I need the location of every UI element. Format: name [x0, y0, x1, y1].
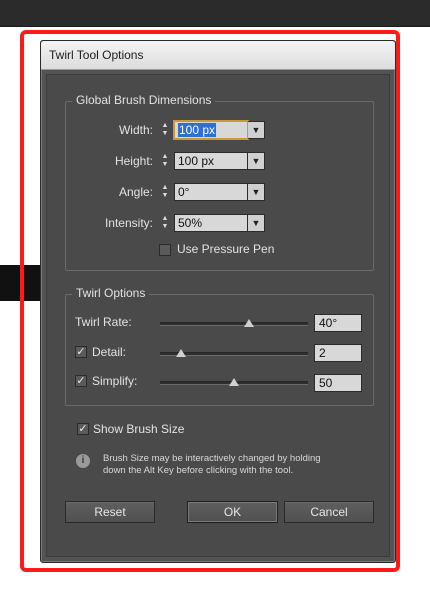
simplify-checkbox[interactable]: ✓: [75, 375, 87, 387]
spin-down-icon[interactable]: ▼: [159, 161, 171, 169]
cancel-button[interactable]: Cancel: [284, 501, 374, 523]
spin-up-icon[interactable]: ▲: [159, 153, 171, 161]
height-spinner[interactable]: ▲ ▼: [159, 153, 171, 169]
reset-button[interactable]: Reset: [65, 501, 155, 523]
angle-field[interactable]: 0°: [174, 183, 248, 201]
spin-up-icon[interactable]: ▲: [159, 184, 171, 192]
intensity-dropdown-chevron-icon[interactable]: ▼: [248, 214, 265, 232]
spin-up-icon[interactable]: ▲: [159, 122, 171, 130]
twirl-options-legend: Twirl Options: [72, 286, 150, 300]
width-label: Width:: [118, 123, 153, 137]
angle-label: Angle:: [118, 185, 153, 199]
twirl-rate-value[interactable]: 40°: [314, 314, 362, 332]
width-spinner[interactable]: ▲ ▼: [159, 122, 171, 138]
ok-button[interactable]: OK: [187, 501, 278, 523]
simplify-label: Simplify:: [92, 374, 138, 388]
angle-spinner[interactable]: ▲ ▼: [159, 184, 171, 200]
spin-down-icon[interactable]: ▼: [159, 130, 171, 138]
simplify-slider-thumb[interactable]: [229, 378, 239, 386]
detail-checkbox[interactable]: ✓: [75, 346, 87, 358]
dialog-title: Twirl Tool Options: [49, 48, 144, 62]
intensity-label: Intensity:: [104, 216, 153, 230]
detail-value[interactable]: 2: [314, 344, 362, 362]
use-pressure-pen-label: Use Pressure Pen: [177, 242, 275, 256]
width-dropdown-chevron-icon[interactable]: ▼: [248, 121, 265, 139]
info-text: Brush Size may be interactively changed …: [103, 453, 321, 476]
width-combo: ▲ ▼ 100 px ▼: [159, 121, 265, 139]
height-field[interactable]: 100 px: [174, 152, 248, 170]
detail-label: Detail:: [92, 345, 127, 359]
global-brush-dimensions-group: Global Brush Dimensions Width: ▲ ▼ 100 px…: [65, 93, 374, 271]
twirl-rate-slider-thumb[interactable]: [243, 319, 254, 327]
twirl-tool-options-dialog: Twirl Tool Options Global Brush Dimensio…: [40, 40, 396, 563]
twirl-rate-label: Twirl Rate:: [75, 315, 132, 329]
show-brush-size-label: Show Brush Size: [93, 422, 185, 436]
twirl-rate-slider[interactable]: [160, 322, 308, 326]
detail-slider-thumb[interactable]: [175, 349, 186, 357]
height-dropdown-chevron-icon[interactable]: ▼: [248, 152, 265, 170]
twirl-options-group: Twirl Options Twirl Rate: 40° ✓ Detail: …: [65, 286, 374, 406]
intensity-field[interactable]: 50%: [174, 214, 248, 232]
simplify-value[interactable]: 50: [314, 374, 362, 392]
dialog-body: Global Brush Dimensions Width: ▲ ▼ 100 px…: [46, 74, 390, 557]
height-combo: ▲ ▼ 100 px ▼: [159, 152, 265, 170]
app-top-bar: [0, 0, 430, 27]
global-brush-legend: Global Brush Dimensions: [72, 93, 216, 107]
spin-up-icon[interactable]: ▲: [159, 215, 171, 223]
angle-dropdown-chevron-icon[interactable]: ▼: [248, 183, 265, 201]
height-label: Height:: [114, 154, 153, 168]
info-icon: i: [76, 454, 90, 468]
dialog-titlebar[interactable]: Twirl Tool Options: [41, 41, 395, 70]
spin-down-icon[interactable]: ▼: [159, 192, 171, 200]
width-field[interactable]: 100 px: [174, 121, 248, 139]
show-brush-size-checkbox[interactable]: ✓: [77, 423, 89, 435]
intensity-combo: ▲ ▼ 50% ▼: [159, 214, 265, 232]
width-value: 100 px: [178, 123, 217, 137]
use-pressure-pen-checkbox[interactable]: [159, 244, 171, 256]
angle-combo: ▲ ▼ 0° ▼: [159, 183, 265, 201]
intensity-spinner[interactable]: ▲ ▼: [159, 215, 171, 231]
spin-down-icon[interactable]: ▼: [159, 223, 171, 231]
